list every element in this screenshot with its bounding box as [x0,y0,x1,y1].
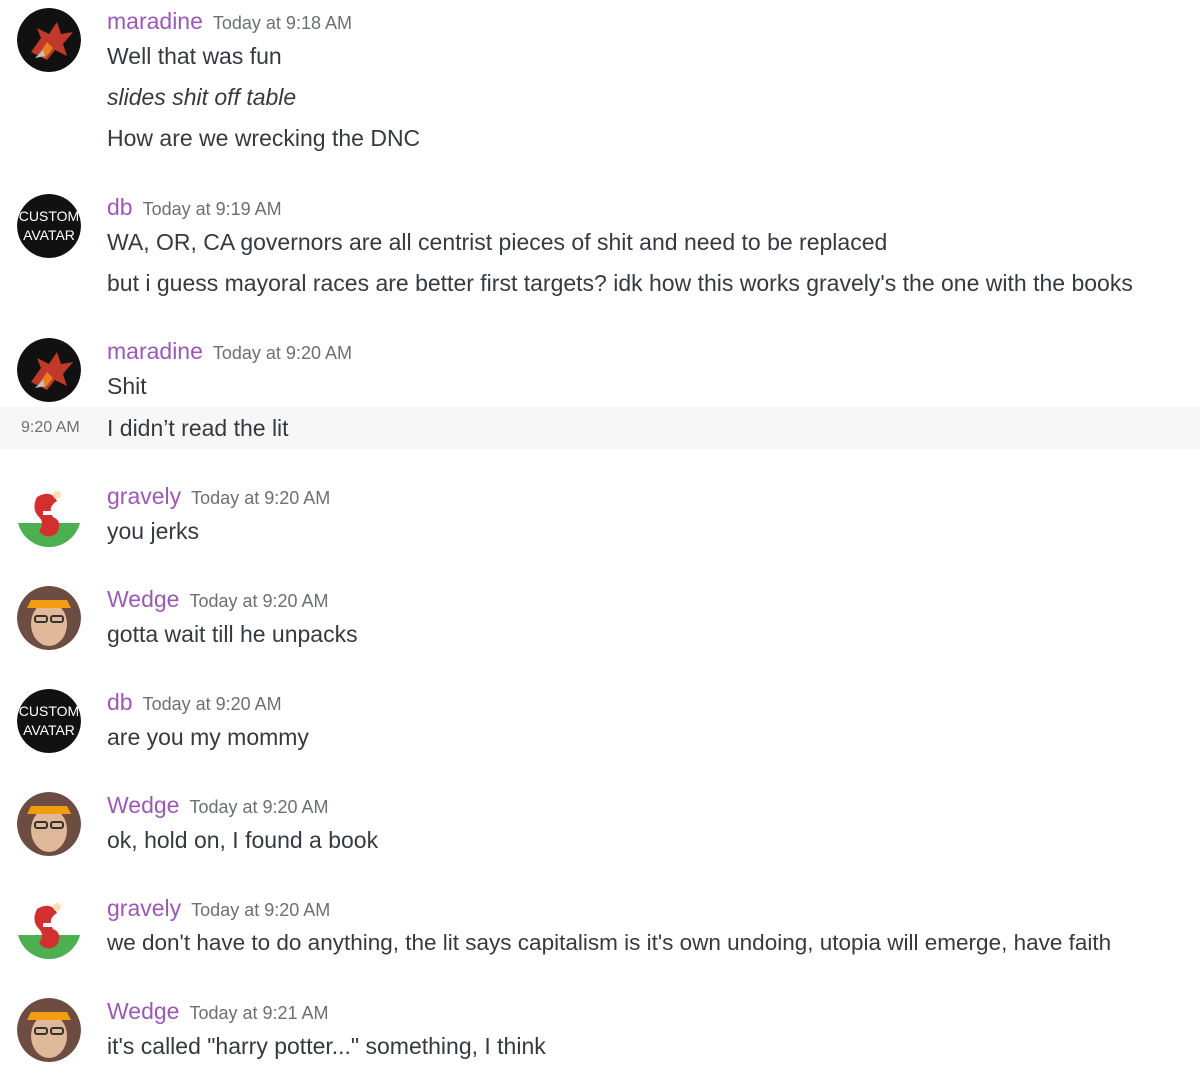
message-text: How are we wrecking the DNC [107,125,421,151]
message-header: maradine Today at 9:20 AM [107,338,352,368]
username[interactable]: maradine [107,338,203,364]
message-header: gravely Today at 9:20 AM [107,483,330,513]
message-header: Wedge Today at 9:21 AM [107,998,329,1028]
avatar[interactable] [17,483,81,547]
message-text: Shit [107,373,147,399]
username[interactable]: Wedge [107,792,179,818]
timestamp: Today at 9:20 AM [189,797,329,817]
message-list: maradine Today at 9:18 AM Well that was f… [0,0,1200,1080]
cartoon-icon [17,483,81,547]
message-header: maradine Today at 9:18 AM [107,8,352,38]
hover-timestamp: 9:20 AM [21,419,80,436]
timestamp: Today at 9:18 AM [212,13,352,33]
username[interactable]: gravely [107,483,181,509]
avatar-label: AVATAR [23,722,75,738]
avatar[interactable]: CUSTOM AVATAR [17,689,81,753]
message-text: but i guess mayoral races are better fir… [107,270,1133,296]
dragon-icon [17,338,81,402]
message-text: we don't have to do anything, the lit sa… [107,930,1112,955]
avatar-label: CUSTOM [18,703,80,719]
timestamp: Today at 9:19 AM [142,199,282,219]
timestamp: Today at 9:20 AM [212,343,352,363]
message-text: ok, hold on, I found a book [107,827,379,853]
avatar[interactable] [17,792,81,856]
message-header: Wedge Today at 9:20 AM [107,586,329,616]
timestamp: Today at 9:20 AM [142,694,282,714]
avatar[interactable]: CUSTOM AVATAR [17,194,81,258]
avatar[interactable] [17,998,81,1062]
avatar[interactable] [17,8,81,72]
username[interactable]: Wedge [107,586,179,612]
photo-icon [17,998,81,1062]
message-header: Wedge Today at 9:20 AM [107,792,329,822]
message-text: slides shit off table [107,84,297,110]
avatar[interactable] [17,895,81,959]
message-text: you jerks [107,518,200,544]
username[interactable]: db [107,689,133,715]
timestamp: Today at 9:21 AM [189,1003,329,1023]
message-text: are you my mommy [107,724,309,750]
avatar[interactable] [17,586,81,650]
message-text: I didn’t read the lit [107,415,289,441]
message-header: gravely Today at 9:20 AM [107,895,330,925]
username[interactable]: maradine [107,8,203,34]
dragon-icon [17,8,81,72]
avatar-label: CUSTOM [18,208,80,224]
message-text: gotta wait till he unpacks [107,621,358,647]
message-text: WA, OR, CA governors are all centrist pi… [107,229,888,255]
photo-icon [17,586,81,650]
message-text: Well that was fun [107,43,282,69]
username[interactable]: Wedge [107,998,179,1024]
timestamp: Today at 9:20 AM [191,488,331,508]
username[interactable]: gravely [107,895,181,921]
hovered-message-row[interactable]: 9:20 AM I didn’t read the lit [0,407,1200,449]
cartoon-icon [17,895,81,959]
message-text: it's called "harry potter..." something,… [107,1033,546,1059]
timestamp: Today at 9:20 AM [191,900,331,920]
photo-icon [17,792,81,856]
username[interactable]: db [107,194,133,220]
avatar[interactable] [17,338,81,402]
message-header: db Today at 9:19 AM [107,194,282,224]
timestamp: Today at 9:20 AM [189,591,329,611]
avatar-label: AVATAR [23,227,75,243]
message-header: db Today at 9:20 AM [107,689,282,719]
